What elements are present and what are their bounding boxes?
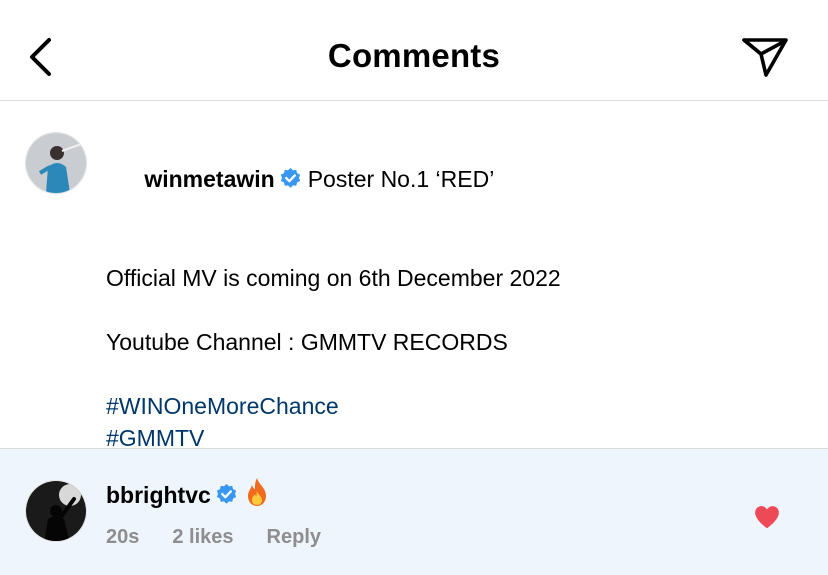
caption-first-line: Poster No.1 ‘RED’	[307, 166, 495, 192]
comment-meta: 20s 2 likes Reply	[106, 526, 321, 549]
page-title: Comments	[327, 37, 501, 74]
paper-plane-icon	[742, 38, 788, 77]
avatar-image	[26, 133, 86, 193]
avatar-image	[26, 481, 86, 541]
verified-badge-icon	[279, 166, 302, 198]
comment-timestamp: 20s	[106, 526, 140, 548]
fire-emoji: 🔥	[244, 477, 270, 515]
reply-button[interactable]: Reply	[267, 526, 321, 549]
like-button[interactable]	[752, 502, 782, 532]
hashtag-link[interactable]: #WINOneMoreChance	[106, 390, 798, 422]
verified-badge-icon	[215, 482, 238, 514]
header: Comments	[0, 0, 828, 101]
avatar[interactable]	[25, 480, 87, 542]
caption-line: Youtube Channel : GMMTV RECORDS	[106, 329, 508, 355]
caption-line: Official MV is coming on 6th December 20…	[106, 265, 561, 291]
post-username[interactable]: winmetawin	[144, 166, 274, 192]
likes-count-link[interactable]: 2 likes	[172, 526, 233, 549]
heart-filled-icon	[755, 506, 779, 529]
comment-username[interactable]: bbrightvc	[106, 482, 211, 508]
fire-icon	[247, 478, 266, 506]
comment-body: bbrightvc 🔥	[106, 477, 270, 515]
avatar[interactable]	[25, 132, 87, 194]
caption-body: winmetawin Poster No.1 ‘RED’ Official MV …	[106, 131, 798, 484]
share-button[interactable]	[740, 34, 790, 80]
comment-row: bbrightvc 🔥 20s 2 likes Reply	[0, 449, 828, 575]
post-caption: winmetawin Poster No.1 ‘RED’ Official MV …	[0, 101, 828, 482]
